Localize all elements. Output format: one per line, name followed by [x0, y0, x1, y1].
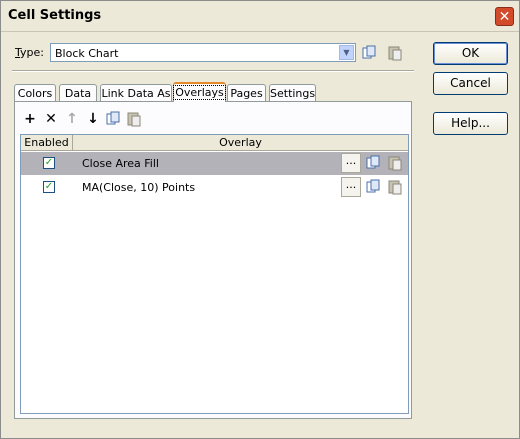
- tab-label: Overlays: [173, 85, 226, 100]
- edit-overlay-button[interactable]: ...: [341, 153, 361, 173]
- add-overlay-button[interactable]: +: [20, 109, 40, 129]
- tab-data[interactable]: Data: [59, 84, 97, 101]
- paste-row-button[interactable]: [386, 177, 406, 197]
- type-select[interactable]: Block Chart ▼: [50, 43, 356, 62]
- type-label-rest: ype:: [20, 46, 44, 59]
- enabled-checkbox[interactable]: ✓: [43, 181, 55, 193]
- overlay-grid: Enabled Overlay ✓ Close Area Fill ... ✓ …: [20, 134, 409, 414]
- tab-label: Settings: [270, 87, 316, 100]
- cell-settings-dialog: Cell Settings ✕ Type: Block Chart ▼ OK C…: [0, 0, 520, 439]
- tab-label: Data: [64, 87, 92, 100]
- copy-row-button[interactable]: [364, 177, 384, 197]
- paste-icon: [388, 180, 402, 195]
- dialog-title: Cell Settings: [8, 8, 102, 23]
- delete-icon: ✕: [45, 111, 57, 127]
- copy-overlay-button[interactable]: [104, 109, 124, 129]
- tab-label: Colors: [17, 87, 53, 100]
- paste-overlay-button[interactable]: [125, 109, 145, 129]
- tab-label: Link Data As: [101, 87, 171, 100]
- type-select-value: Block Chart: [55, 47, 119, 60]
- delete-overlay-button[interactable]: ✕: [41, 109, 61, 129]
- column-header-enabled[interactable]: Enabled: [21, 135, 73, 151]
- copy-icon: [366, 155, 380, 169]
- overlay-name: MA(Close, 10) Points: [82, 181, 196, 194]
- paste-type-button[interactable]: [385, 43, 405, 63]
- enabled-checkbox[interactable]: ✓: [43, 157, 55, 169]
- title-bar: Cell Settings ✕: [1, 1, 519, 32]
- type-label: Type:: [15, 46, 44, 59]
- chevron-down-icon[interactable]: ▼: [339, 45, 354, 60]
- table-row[interactable]: ✓ Close Area Fill ...: [21, 152, 408, 175]
- plus-icon: +: [24, 111, 36, 127]
- tab-link-data-as[interactable]: Link Data As: [100, 84, 172, 101]
- copy-row-button[interactable]: [364, 153, 384, 173]
- tab-label: Pages: [230, 87, 263, 100]
- help-button[interactable]: Help...: [433, 112, 508, 135]
- copy-type-button[interactable]: [359, 43, 379, 63]
- paste-icon: [388, 156, 402, 171]
- overlays-panel: + ✕ ↑ ↓ Enabled Overlay ✓ Close Area Fil…: [14, 101, 412, 419]
- move-down-button[interactable]: ↓: [83, 109, 103, 129]
- arrow-down-icon: ↓: [87, 111, 99, 127]
- paste-row-button[interactable]: [386, 153, 406, 173]
- edit-overlay-button[interactable]: ...: [341, 177, 361, 197]
- table-row[interactable]: ✓ MA(Close, 10) Points ...: [21, 176, 408, 199]
- tab-colors[interactable]: Colors: [14, 84, 56, 101]
- overlay-name: Close Area Fill: [82, 157, 159, 170]
- column-header-overlay[interactable]: Overlay: [73, 135, 408, 151]
- move-up-button[interactable]: ↑: [62, 109, 82, 129]
- copy-icon: [106, 111, 120, 125]
- copy-icon: [362, 45, 376, 59]
- paste-icon: [127, 112, 141, 127]
- arrow-up-icon: ↑: [66, 111, 78, 127]
- tab-settings[interactable]: Settings: [269, 84, 316, 101]
- close-button[interactable]: ✕: [495, 7, 514, 26]
- copy-icon: [366, 179, 380, 193]
- tab-overlays[interactable]: Overlays: [173, 82, 226, 102]
- ok-button[interactable]: OK: [433, 42, 508, 65]
- cancel-button[interactable]: Cancel: [433, 72, 508, 95]
- separator: [12, 70, 414, 72]
- tab-pages[interactable]: Pages: [227, 84, 266, 101]
- paste-icon: [388, 46, 402, 61]
